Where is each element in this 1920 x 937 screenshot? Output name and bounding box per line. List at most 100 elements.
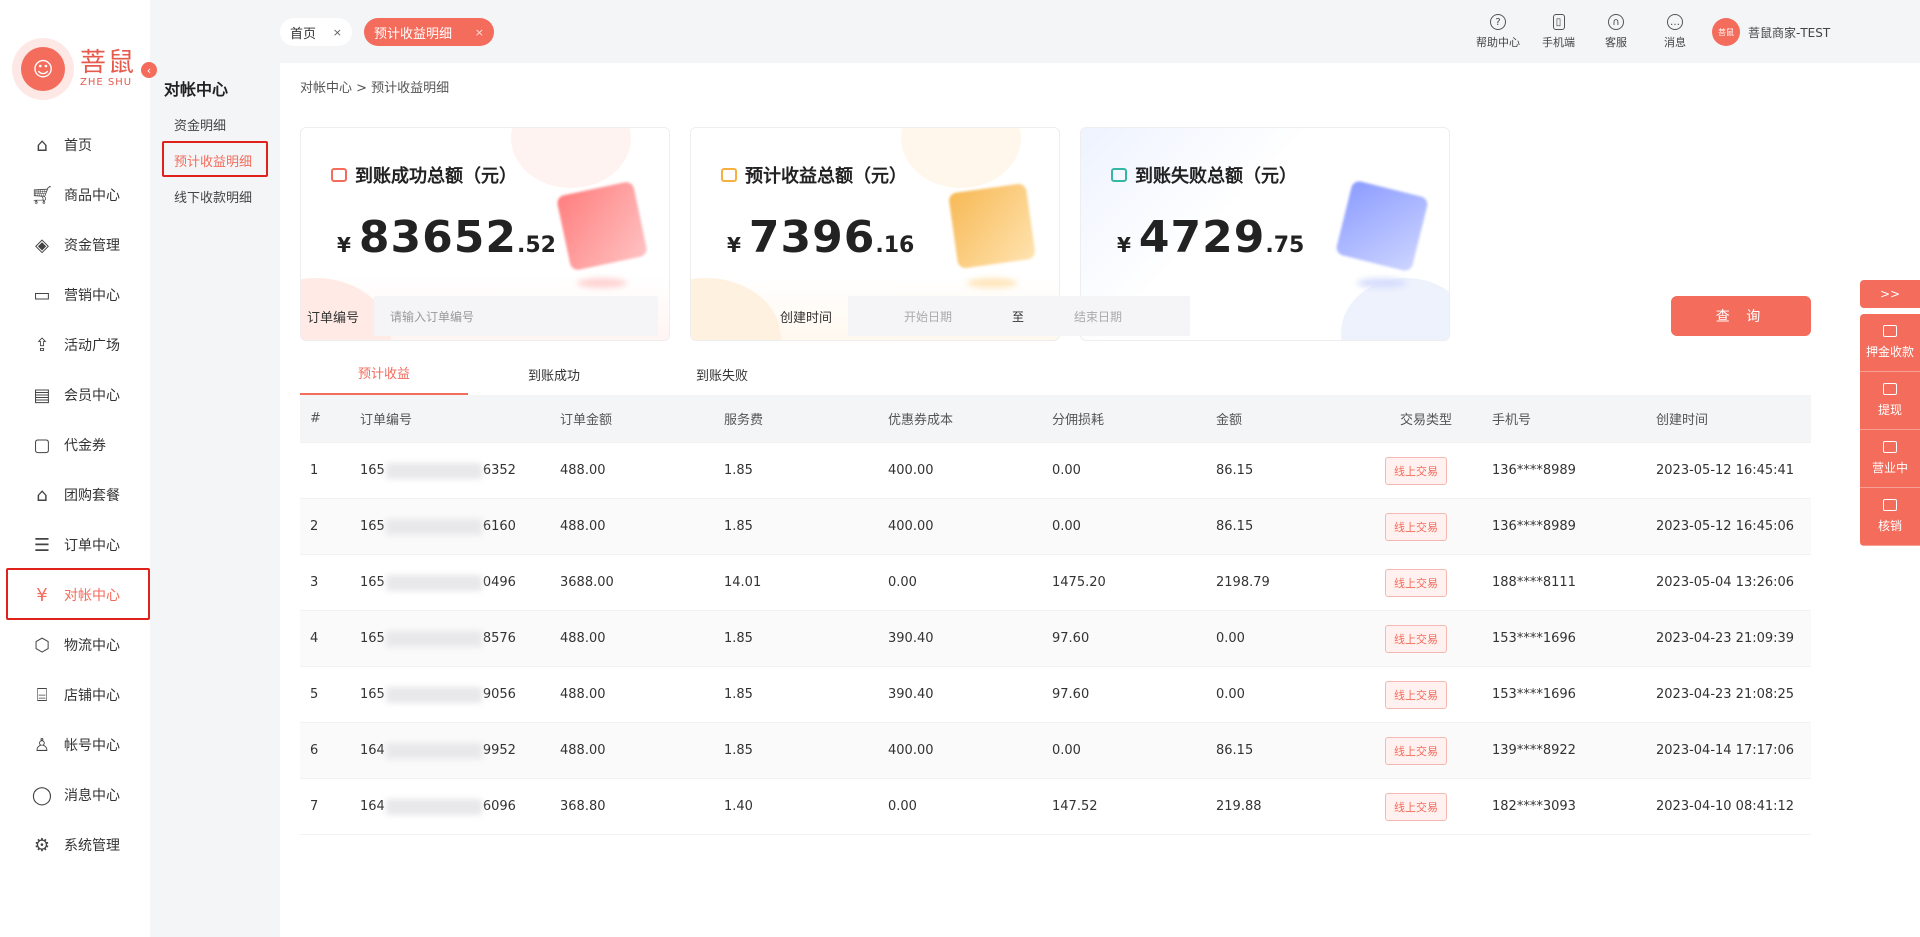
nav-item-coupons[interactable]: ▢ 代金券 [0,420,150,470]
user-menu[interactable]: 菩鼠 菩鼠商家-TEST [1712,18,1830,46]
quick-action-panel: >> 押金收款 提现 营业中 核销 [1860,280,1920,546]
customer-service-button[interactable]: ∩ 客服 [1605,14,1627,50]
start-date-input[interactable]: 开始日期 [904,308,952,325]
sub-item-fund-details[interactable]: 资金明细 [174,115,226,134]
tool-label: 手机端 [1542,36,1575,49]
main-sidebar: ☺ 菩鼠 ZHE SHU ⌂ 首页 🛒︎ 商品中心 ◈ 资金管理 ▭ 营销中心 ⇪ 活动广… [0,0,150,937]
nav-item-label: 商品中心 [64,188,120,204]
nav-item-logistics[interactable]: ⬡ 物流中心 [0,620,150,670]
wallet-illustration-icon [555,180,649,272]
date-range-picker[interactable]: 开始日期 至 结束日期 [848,296,1190,336]
income-table: # 订单编号 订单金额 服务费 优惠券成本 分佣损耗 金额 交易类型 手机号 创… [300,395,1811,835]
deposit-collection-button[interactable]: 押金收款 [1860,314,1920,372]
vip-card-icon: ▤ [33,384,51,406]
collapse-sidebar-icon[interactable]: ‹ [141,62,157,78]
nav-item-label: 团购套餐 [64,488,120,504]
nav-item-orders[interactable]: ☰ 订单中心 [0,520,150,570]
help-icon: ? [1490,14,1506,30]
logo-main-text: 菩鼠 [80,48,137,78]
table-row[interactable]: 5 165 9056 488.00 1.85 390.40 97.60 0.00 … [300,667,1811,723]
bag-icon: ⌂ [36,484,48,506]
nav-highlight-box [6,568,150,620]
withdraw-button[interactable]: 提现 [1860,372,1920,430]
status-badge: 线上交易 [1385,512,1447,541]
nav-item-label: 资金管理 [64,238,120,254]
nav-item-activity[interactable]: ⇪ 活动广场 [0,320,150,370]
nav-item-products[interactable]: 🛒︎ 商品中心 [0,170,150,220]
tab-expected-income[interactable]: 预计收益明细 × [364,18,494,46]
table-row[interactable]: 6 164 9952 488.00 1.85 400.00 0.00 86.15 … [300,723,1811,779]
open-store-icon [1883,441,1897,453]
logo[interactable]: ☺ 菩鼠 ZHE SHU [12,38,136,100]
card-amount: ¥ 83652 .52 [337,212,556,263]
nav-item-label: 订单中心 [64,538,120,554]
megaphone-icon: ▭ [33,284,51,306]
wallet-icon [331,168,347,182]
tab-home[interactable]: 首页 × [280,18,352,46]
query-button[interactable]: 查 询 [1671,296,1811,336]
col-header: 手机号 [1492,413,1532,428]
table-row[interactable]: 2 165 6160 488.00 1.85 400.00 0.00 86.15 … [300,499,1811,555]
close-icon[interactable]: × [475,26,484,39]
tab-arrived-failed[interactable]: 到账失败 [638,352,806,396]
card-title: 预计收益总额（元） [745,166,907,187]
user-icon: ♙ [33,734,51,756]
nav-item-home[interactable]: ⌂ 首页 [0,120,150,170]
tab-arrived-success[interactable]: 到账成功 [470,352,638,396]
col-header: # [310,411,321,426]
coins-icon [721,168,737,182]
nav-item-label: 代金券 [64,438,106,454]
layers-icon: ◈ [35,234,49,256]
result-tabs: 预计收益 到账成功 到账失败 [300,352,1811,396]
verify-button[interactable]: 核销 [1860,488,1920,546]
nav-item-system[interactable]: ⚙︎ 系统管理 [0,820,150,870]
nav-item-marketing[interactable]: ▭ 营销中心 [0,270,150,320]
end-date-input[interactable]: 结束日期 [1074,308,1122,325]
message-icon: ◯ [31,784,53,806]
status-badge: 线上交易 [1385,624,1447,653]
nav-item-label: 物流中心 [64,638,120,654]
card-amount: ¥ 7396 .16 [727,212,915,263]
create-time-label: 创建时间 [780,311,833,326]
table-header: # 订单编号 订单金额 服务费 优惠券成本 分佣损耗 金额 交易类型 手机号 创… [300,395,1811,443]
nav-item-accounts[interactable]: ♙ 帐号中心 [0,720,150,770]
status-badge: 线上交易 [1385,568,1447,597]
tab-expected[interactable]: 预计收益 [300,352,468,396]
nav-item-label: 消息中心 [64,788,120,804]
nav-item-label: 系统管理 [64,838,120,854]
expand-panel-button[interactable]: >> [1860,280,1920,308]
table-row[interactable]: 1 165 6352 488.00 1.85 400.00 0.00 86.15 … [300,443,1811,499]
col-header: 分佣损耗 [1052,413,1105,428]
nav-item-label: 帐号中心 [64,738,120,754]
store-icon: ⌸ [36,684,48,706]
tab-label: 预计收益明细 [374,26,453,42]
nav-item-messages[interactable]: ◯ 消息中心 [0,770,150,820]
col-header: 创建时间 [1656,413,1709,428]
phone-icon: ▯ [1552,14,1565,30]
card-illustration-icon [1334,179,1430,273]
close-icon[interactable]: × [333,26,342,39]
messages-button[interactable]: … 消息 [1664,14,1686,50]
nav-item-group-buy[interactable]: ⌂ 团购套餐 [0,470,150,520]
mobile-button[interactable]: ▯ 手机端 [1542,14,1575,50]
tool-label: 帮助中心 [1476,36,1520,49]
headset-icon: ∩ [1608,14,1624,30]
col-header: 订单编号 [360,413,413,428]
sub-item-offline-collection[interactable]: 线下收款明细 [174,187,252,206]
nav-item-stores[interactable]: ⌸ 店铺中心 [0,670,150,720]
order-number-input[interactable]: 请输入订单编号 [374,296,658,336]
table-row[interactable]: 3 165 0496 3688.00 14.01 0.00 1475.20 219… [300,555,1811,611]
top-bar: 首页 × 预计收益明细 × ? 帮助中心 ▯ 手机端 ∩ 客服 … 消息 菩鼠 … [280,0,1920,63]
table-row[interactable]: 7 164 6096 368.80 1.40 0.00 147.52 219.88… [300,779,1811,835]
nav-item-members[interactable]: ▤ 会员中心 [0,370,150,420]
table-row[interactable]: 4 165 8576 488.00 1.85 390.40 97.60 0.00 … [300,611,1811,667]
order-icon: ☰ [33,534,51,556]
breadcrumb: 对帐中心 > 预计收益明细 [300,81,450,96]
nav-item-funds[interactable]: ◈ 资金管理 [0,220,150,270]
help-center-button[interactable]: ? 帮助中心 [1476,14,1520,50]
col-header: 金额 [1216,413,1243,428]
nav-item-label: 营销中心 [64,288,120,304]
card-amount: ¥ 4729 .75 [1117,212,1305,263]
open-status-button[interactable]: 营业中 [1860,430,1920,488]
nav-item-label: 活动广场 [64,338,120,354]
